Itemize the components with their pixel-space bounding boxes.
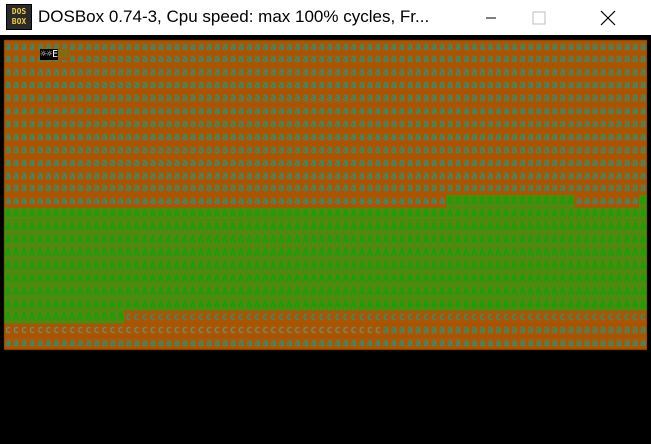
minimize-icon [486, 17, 496, 18]
dos-screen[interactable]: ☼☼EBB [0, 35, 651, 444]
title-bar[interactable]: DOS BOX DOSBox 0.74-3, Cpu speed: max 10… [0, 0, 651, 35]
app-icon-line-1: DOS [11, 7, 27, 16]
minimize-button[interactable] [468, 0, 514, 35]
window-title: DOSBox 0.74-3, Cpu speed: max 100% cycle… [38, 7, 430, 26]
close-button[interactable] [585, 0, 631, 35]
app-icon-line-2: BOX [11, 17, 27, 26]
dosbox-window: DOS BOX DOSBox 0.74-3, Cpu speed: max 10… [0, 0, 651, 444]
maximize-button[interactable] [516, 0, 562, 35]
dos-text-buffer[interactable] [0, 35, 651, 444]
maximize-icon [532, 11, 546, 24]
close-icon [600, 10, 616, 25]
dosbox-app-icon[interactable]: DOS BOX [6, 4, 32, 30]
